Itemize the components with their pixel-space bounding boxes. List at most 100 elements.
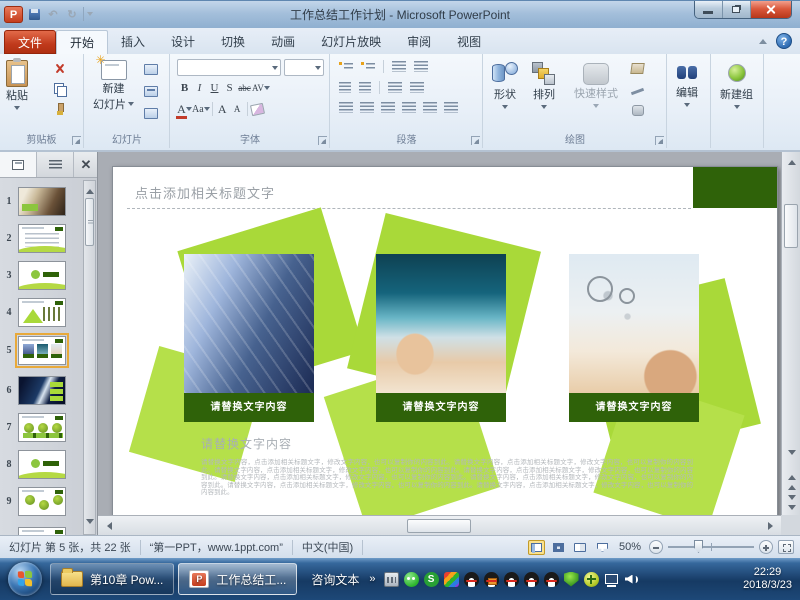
card-image-stairs[interactable] bbox=[184, 254, 314, 393]
slide-thumb-row-6[interactable]: 6 bbox=[0, 373, 84, 407]
minimize-button[interactable] bbox=[695, 1, 723, 19]
slide-thumbnail-3[interactable] bbox=[18, 261, 66, 290]
scroll-down-button[interactable] bbox=[782, 446, 800, 463]
align-left-icon[interactable] bbox=[339, 102, 353, 113]
scroll-left-button[interactable] bbox=[98, 522, 116, 530]
line-spacing-icon[interactable] bbox=[392, 61, 406, 72]
slide-thumb-row-2[interactable]: 2 bbox=[0, 221, 84, 255]
zoom-slider-thumb[interactable] bbox=[694, 540, 703, 553]
shadow-button[interactable]: S bbox=[222, 80, 237, 96]
help-button[interactable]: ? bbox=[776, 33, 792, 49]
distribute-icon[interactable] bbox=[423, 102, 437, 113]
arrange-button[interactable]: 排列 bbox=[532, 62, 556, 112]
tab-animations[interactable]: 动画 bbox=[258, 30, 308, 54]
shrink-font-button[interactable]: A bbox=[230, 101, 245, 117]
scroll-up-button[interactable] bbox=[782, 152, 800, 169]
align-center-icon[interactable] bbox=[360, 102, 374, 113]
shape-effects-button[interactable] bbox=[630, 103, 645, 117]
bold-button[interactable]: B bbox=[177, 80, 192, 96]
character-spacing-button[interactable]: AV bbox=[252, 80, 270, 96]
slide-thumb-row-7[interactable]: 7 bbox=[0, 410, 84, 444]
shape-outline-button[interactable] bbox=[630, 82, 645, 96]
tab-file[interactable]: 文件 bbox=[4, 30, 56, 54]
slide-thumb-row-10[interactable]: 10 bbox=[0, 524, 84, 535]
clipboard-dialog-launcher[interactable] bbox=[72, 136, 81, 145]
grow-font-button[interactable]: A bbox=[215, 101, 230, 117]
slide-thumbnail-2[interactable] bbox=[18, 224, 66, 253]
tab-design[interactable]: 设计 bbox=[158, 30, 208, 54]
next-slide-button[interactable] bbox=[782, 496, 800, 513]
toolbar-chevron-icon[interactable]: » bbox=[369, 573, 375, 585]
text-direction-icon[interactable] bbox=[414, 61, 428, 72]
image-card-3[interactable]: 请替换文字内容 bbox=[569, 254, 699, 424]
tab-home[interactable]: 开始 bbox=[56, 30, 108, 54]
slide-thumb-row-9[interactable]: 9 bbox=[0, 484, 84, 518]
slide-thumb-row-8[interactable]: 8 bbox=[0, 447, 84, 481]
body-heading-placeholder[interactable]: 请替换文字内容 bbox=[201, 435, 292, 452]
font-name-combo[interactable] bbox=[177, 59, 281, 76]
collapse-ribbon-icon[interactable] bbox=[759, 35, 767, 44]
new-slide-dropdown-arrow-icon[interactable] bbox=[128, 102, 134, 109]
shape-fill-button[interactable] bbox=[630, 61, 645, 75]
vertical-scrollbar-thumb[interactable] bbox=[784, 204, 798, 248]
qq-file-icon[interactable] bbox=[484, 572, 499, 587]
horizontal-scrollbar-thumb[interactable] bbox=[407, 519, 471, 533]
slide-thumb-row-1[interactable]: 1 bbox=[0, 184, 84, 218]
zoom-slider[interactable] bbox=[668, 546, 754, 548]
taskbar-clock[interactable]: 22:29 2018/3/23 bbox=[743, 566, 792, 592]
panel-scrollbar[interactable] bbox=[83, 180, 96, 535]
tab-slideshow[interactable]: 幻灯片放映 bbox=[308, 30, 394, 54]
card-caption[interactable]: 请替换文字内容 bbox=[569, 393, 699, 422]
close-panel-button[interactable]: ✕ bbox=[74, 152, 98, 177]
image-card-1[interactable]: 请替换文字内容 bbox=[184, 254, 314, 424]
slideshow-button[interactable] bbox=[594, 540, 611, 555]
slide-sorter-button[interactable] bbox=[550, 540, 567, 555]
reading-view-button[interactable] bbox=[572, 540, 589, 555]
coin-plus-icon[interactable] bbox=[584, 572, 599, 587]
slide-thumbnail-10[interactable] bbox=[18, 527, 66, 536]
slide-thumb-row-3[interactable]: 3 bbox=[0, 258, 84, 292]
panel-scrollbar-thumb[interactable] bbox=[85, 198, 94, 246]
new-group-button[interactable]: 新建组 bbox=[720, 64, 753, 112]
slide-thumbnail-6[interactable] bbox=[18, 376, 66, 405]
drawing-dialog-launcher[interactable] bbox=[655, 136, 664, 145]
card-caption[interactable]: 请替换文字内容 bbox=[376, 393, 506, 422]
strikethrough-button[interactable]: abc bbox=[237, 80, 252, 96]
tab-transitions[interactable]: 切换 bbox=[208, 30, 258, 54]
slide-canvas[interactable]: 点击添加相关标题文字 请替换文字内容 请替换文字内容 bbox=[112, 166, 778, 535]
change-case-button[interactable]: Aa bbox=[192, 101, 210, 117]
align-right-icon[interactable] bbox=[381, 102, 395, 113]
editing-button[interactable]: 编辑 bbox=[676, 64, 698, 110]
taskbar-toolbar-label[interactable]: 咨询文本 bbox=[301, 571, 369, 588]
fit-to-window-button[interactable] bbox=[778, 540, 794, 554]
rainbow-app-icon[interactable] bbox=[444, 572, 459, 587]
bullets-icon[interactable] bbox=[339, 61, 353, 72]
qq-icon[interactable] bbox=[524, 572, 539, 587]
start-button[interactable] bbox=[8, 562, 42, 596]
tab-slides-thumbnails[interactable] bbox=[0, 152, 37, 177]
sogou-icon[interactable]: S bbox=[424, 572, 439, 587]
paste-dropdown-arrow-icon[interactable] bbox=[14, 106, 20, 113]
italic-button[interactable]: I bbox=[192, 80, 207, 96]
panel-scroll-down-icon[interactable] bbox=[86, 519, 94, 528]
zoom-out-button[interactable] bbox=[649, 540, 663, 554]
slide-thumb-row-5-selected[interactable]: 5 bbox=[0, 333, 84, 367]
decrease-indent-icon[interactable] bbox=[339, 82, 351, 93]
qq-icon[interactable] bbox=[544, 572, 559, 587]
taskbar-folder-button[interactable]: 第10章 Pow... bbox=[50, 563, 174, 595]
justify-icon[interactable] bbox=[402, 102, 416, 113]
tab-view[interactable]: 视图 bbox=[444, 30, 494, 54]
smartart-convert-icon[interactable] bbox=[444, 102, 458, 113]
restore-button[interactable] bbox=[723, 1, 751, 19]
language-indicator[interactable]: 中文(中国) bbox=[293, 539, 362, 555]
horizontal-scrollbar[interactable] bbox=[98, 515, 781, 535]
card-image-keyboard[interactable] bbox=[376, 254, 506, 393]
slide-thumbnail-1[interactable] bbox=[18, 187, 66, 216]
panel-scroll-up-icon[interactable] bbox=[86, 185, 94, 194]
input-keyboard-icon[interactable] bbox=[384, 572, 399, 587]
slide-thumbnail-5[interactable] bbox=[18, 336, 66, 365]
scroll-right-button[interactable] bbox=[763, 522, 781, 530]
slide-thumbnail-7[interactable] bbox=[18, 413, 66, 442]
qq-icon[interactable] bbox=[504, 572, 519, 587]
section-button[interactable] bbox=[143, 106, 158, 120]
